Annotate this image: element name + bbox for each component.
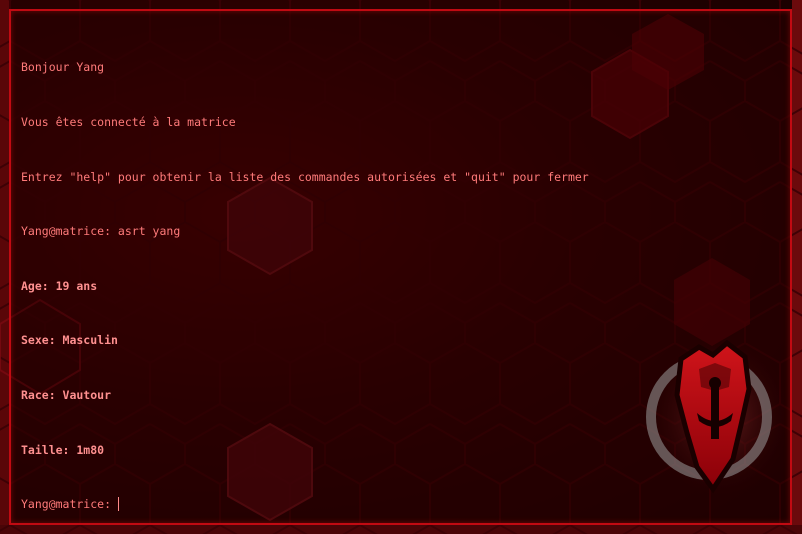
command-prompt-row[interactable]: Yang@matrice: [21,495,589,513]
command-prompt: Yang@matrice: [21,497,112,512]
terminal-line: Taille: 1m80 [21,442,105,457]
terminal-output: Bonjour Yang Vous êtes connecté à la mat… [21,22,589,534]
terminal-window[interactable]: Bonjour Yang Vous êtes connecté à la mat… [9,9,792,525]
terminal-line: Age: 19 ans [21,278,98,293]
terminal-line: Sexe: Masculin [21,333,118,348]
terminal-line: Bonjour Yang [21,60,105,75]
matrix-desktop: Bonjour Yang Vous êtes connecté à la mat… [0,0,802,534]
terminal-line: Race: Vautour [21,388,112,403]
terminal-line: Entrez "help" pour obtenir la liste des … [21,169,589,184]
text-cursor [118,497,120,512]
terminal-line: Vous êtes connecté à la matrice [21,115,236,130]
clan-shield-emblem-icon [646,337,791,497]
terminal-line: Yang@matrice: asrt yang [21,224,181,239]
